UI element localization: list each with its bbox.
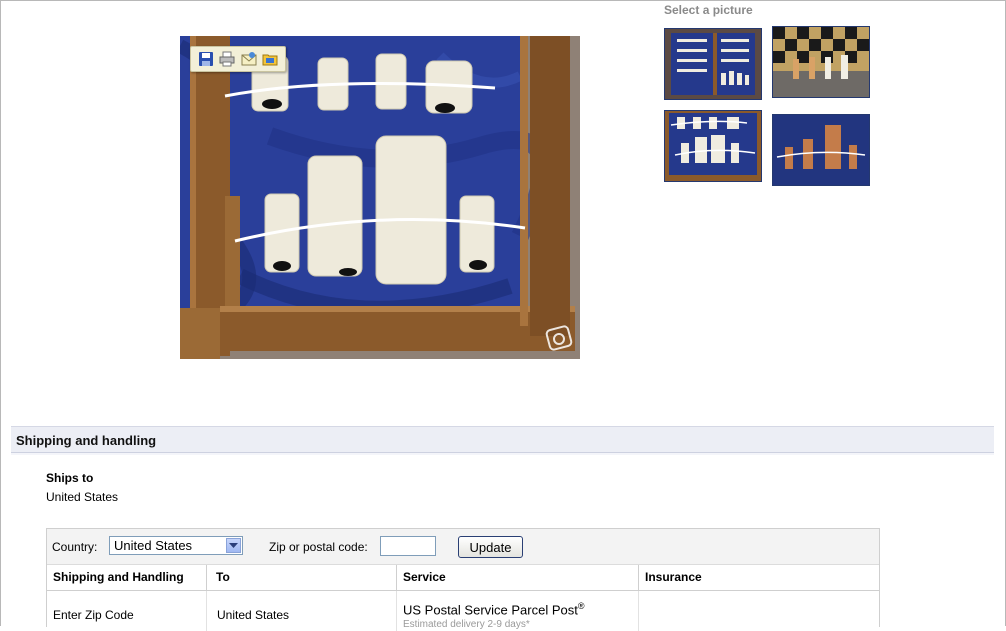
country-select[interactable]: United States: [109, 536, 243, 555]
image-toolbar: [190, 46, 286, 72]
thumbnail-2[interactable]: [772, 26, 870, 98]
insurance-cell: [639, 591, 880, 631]
email-icon[interactable]: [240, 50, 258, 68]
to-cell: United States: [207, 591, 397, 631]
zip-input[interactable]: [380, 536, 436, 556]
column-header-to: To: [207, 565, 397, 591]
calculator-toolbar: Country: United States Zip or postal cod…: [47, 529, 879, 565]
open-folder-icon[interactable]: [261, 50, 279, 68]
registered-mark: ®: [577, 601, 585, 611]
country-select-value: United States: [114, 538, 193, 553]
service-name: US Postal Service Parcel Post: [403, 602, 578, 618]
country-label: Country:: [52, 540, 98, 554]
column-header-insurance: Insurance: [639, 565, 880, 591]
main-product-photo[interactable]: [180, 36, 580, 359]
header-divider: [11, 453, 994, 455]
select-picture-label: Select a picture: [664, 3, 753, 17]
thumbnail-3[interactable]: [664, 110, 762, 182]
ships-to-label: Ships to: [46, 471, 94, 485]
ships-to-value: United States: [46, 490, 119, 504]
to-value: United States: [217, 608, 290, 622]
shipping-section-title: Shipping and handling: [16, 433, 157, 448]
service-cell: US Postal Service Parcel Post® Estimated…: [397, 591, 639, 631]
column-header-service: Service: [397, 565, 639, 591]
shipping-calculator: Country: United States Zip or postal cod…: [46, 528, 880, 631]
update-button[interactable]: Update: [458, 536, 523, 558]
zip-label: Zip or postal code:: [269, 540, 368, 554]
thumbnail-4[interactable]: [772, 114, 870, 186]
chevron-down-icon[interactable]: [226, 538, 241, 553]
thumbnail-1[interactable]: [664, 28, 762, 100]
delivery-estimate: Estimated delivery 2-9 days*: [403, 619, 530, 630]
table-row: Enter Zip Code: [47, 591, 207, 631]
column-header-shipping: Shipping and Handling: [47, 565, 207, 591]
save-icon[interactable]: [197, 50, 215, 68]
shipping-section-header: Shipping and handling: [11, 426, 994, 453]
shipping-cost-cell: Enter Zip Code: [53, 608, 134, 622]
print-icon[interactable]: [218, 50, 236, 68]
